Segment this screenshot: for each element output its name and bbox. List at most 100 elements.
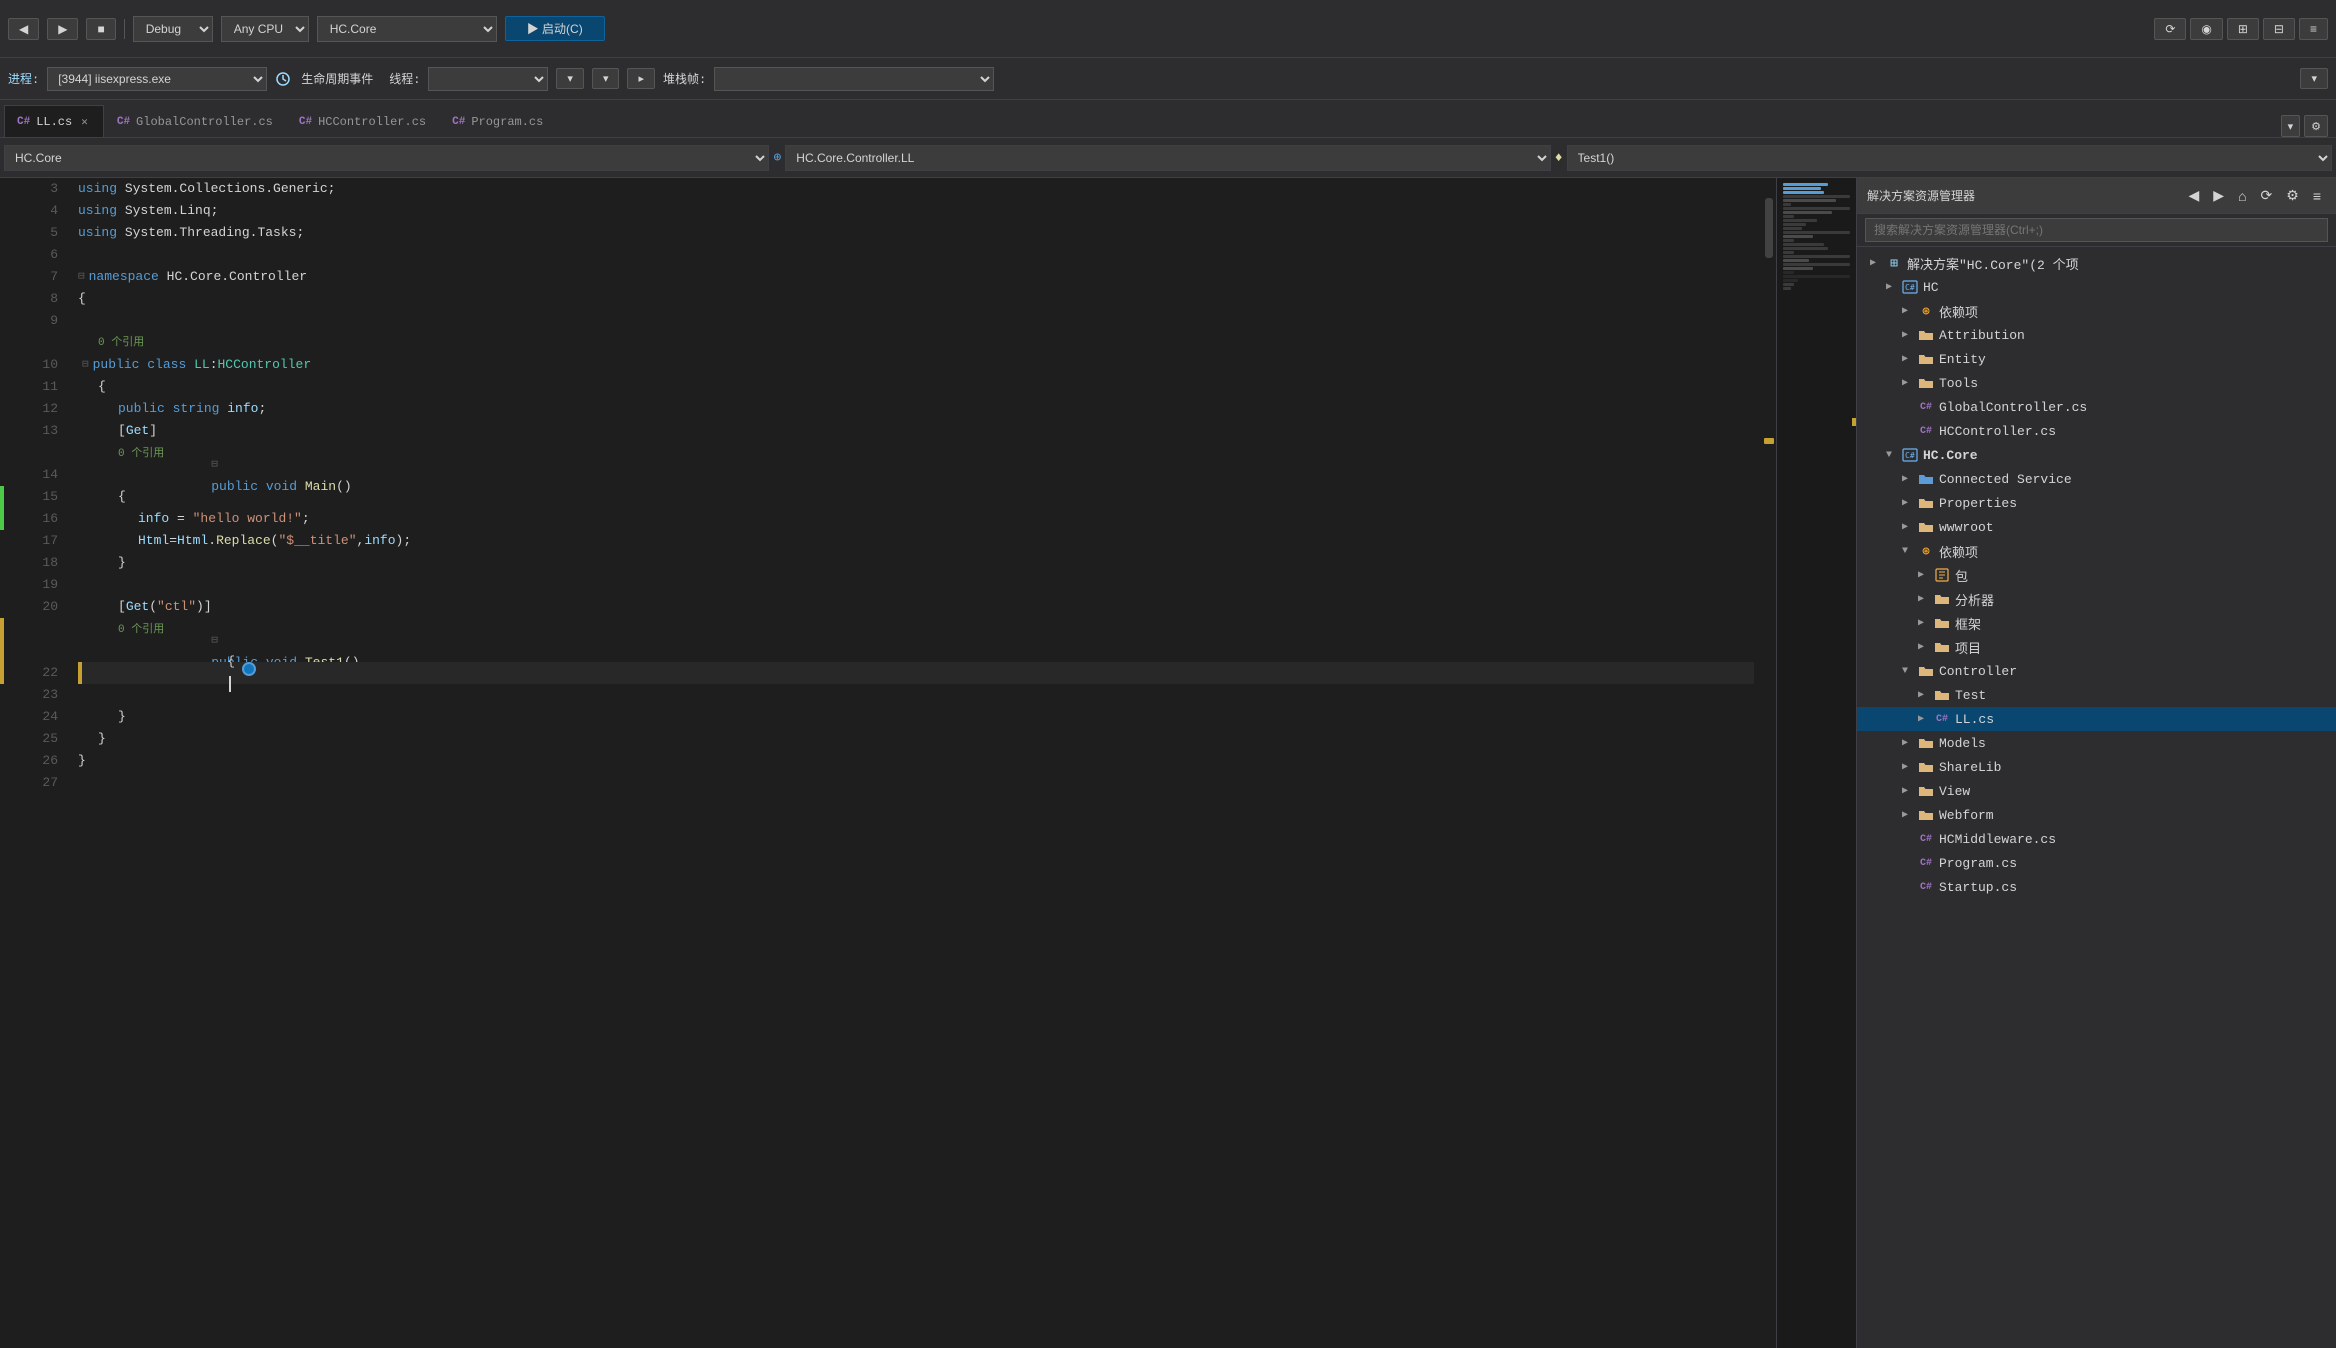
sharelib-label: ShareLib [1939,760,2001,775]
code-line-8: { [78,288,1754,310]
tree-view[interactable]: ▶ View [1857,779,2336,803]
toolbar-icon-2[interactable]: ◉ [2190,18,2222,40]
dep1-chevron: ▶ [1897,303,1913,319]
tab-global[interactable]: C# GlobalController.cs [104,105,286,137]
entity-label: Entity [1939,352,1986,367]
sidebar-settings-btn[interactable]: ⚙ [2281,184,2304,207]
solution-label: 解决方案"HC.Core"(2 个项 [1907,254,2079,273]
attribution-icon [1917,326,1935,344]
tree-startup[interactable]: ▶ C# Startup.cs [1857,875,2336,899]
tree-node-hc[interactable]: ▶ C# HC [1857,275,2336,299]
solution-chevron: ▶ [1865,255,1881,271]
tree-connected[interactable]: ▶ Connected Service [1857,467,2336,491]
debug-select[interactable]: Debug [133,16,213,42]
tab-hccontroller[interactable]: C# HCController.cs [286,105,439,137]
tree-hcctrl[interactable]: ▶ C# HCController.cs [1857,419,2336,443]
tree-sharelib[interactable]: ▶ ShareLib [1857,755,2336,779]
tab-close-ll[interactable]: ✕ [78,114,91,130]
filter-btn[interactable]: ▾ [556,68,584,89]
cpu-select[interactable]: Any CPU [221,16,309,42]
project-select[interactable]: HC.Core [317,16,497,42]
forward-button[interactable]: ▶ [47,18,78,40]
code-line-22[interactable]: { [78,662,1754,684]
tree-dep2[interactable]: ▼ ⊛ 依赖项 [1857,539,2336,563]
tree-attribution[interactable]: ▶ Attribution [1857,323,2336,347]
tree-framework[interactable]: ▶ 框架 [1857,611,2336,635]
tree-solution-root[interactable]: ▶ ⊞ 解决方案"HC.Core"(2 个项 [1857,251,2336,275]
analyze-chevron: ▶ [1913,591,1929,607]
tree-controller[interactable]: ▼ Controller [1857,659,2336,683]
lifecycle-text: 生命周期事件 [301,70,373,87]
tab-program[interactable]: C# Program.cs [439,105,556,137]
tree-props[interactable]: ▶ Properties [1857,491,2336,515]
sidebar-refresh-btn[interactable]: ⟳ [2256,184,2278,207]
sidebar-back-btn[interactable]: ◀ [2184,184,2205,207]
tree-project[interactable]: ▶ 项目 [1857,635,2336,659]
scrollbar-thumb[interactable] [1765,198,1773,258]
sharelib-chevron: ▶ [1897,759,1913,775]
tree-package[interactable]: ▶ 包 [1857,563,2336,587]
stack-label: 堆栈帧: [663,70,706,87]
tree-analyze[interactable]: ▶ 分析器 [1857,587,2336,611]
analyze-icon [1933,590,1951,608]
thread-select[interactable] [428,67,548,91]
tree-ll-cs[interactable]: ▶ C# LL.cs [1857,707,2336,731]
collapse-14[interactable]: ⊟ [211,459,218,471]
toolbar-icon-4[interactable]: ⊟ [2263,18,2295,40]
toolbar-icon-3[interactable]: ⊞ [2227,18,2259,40]
tree-dep1[interactable]: ▶ ⊛ 依赖项 [1857,299,2336,323]
tab-ll-cs[interactable]: C# LL.cs ✕ [4,105,104,137]
class-select[interactable]: HC.Core.Controller.LL [785,145,1550,171]
sidebar-search-input[interactable] [1865,218,2328,242]
namespace-select[interactable]: HC.Core [4,145,769,171]
tree-test[interactable]: ▶ Test [1857,683,2336,707]
webform-chevron: ▶ [1897,807,1913,823]
collapse-10[interactable]: ⊟ [82,354,89,376]
svg-text:C#: C# [1905,283,1915,292]
editor-body: 3 4 5 6 7 8 9 10 11 12 13 14 15 16 17 [0,178,1856,1348]
toolbar-icon-5[interactable]: ≡ [2299,18,2328,40]
stop-button[interactable]: ■ [86,18,115,40]
tree-globalctrl[interactable]: ▶ C# GlobalController.cs [1857,395,2336,419]
sidebar-home-btn[interactable]: ⌂ [2233,184,2251,207]
toolbar-icon-1[interactable]: ⟳ [2154,18,2186,40]
ll-icon: C# [1933,710,1951,728]
controller-icon [1917,662,1935,680]
tree-hcmiddleware[interactable]: ▶ C# HCMiddleware.cs [1857,827,2336,851]
tree-wwwroot[interactable]: ▶ wwwroot [1857,515,2336,539]
tree-program[interactable]: ▶ C# Program.cs [1857,851,2336,875]
hccore-icon: C# [1901,446,1919,464]
collapse-7[interactable]: ⊟ [78,266,85,288]
tab-cs-icon4: C# [452,116,465,128]
sidebar-search-bar [1857,214,2336,247]
nav-dropdown[interactable]: ▾ [2281,115,2301,137]
stack-select[interactable] [714,67,994,91]
tree-tools[interactable]: ▶ Tools [1857,371,2336,395]
tab-label4: Program.cs [471,115,543,129]
code-line-ref1: 0 个引用 [78,332,1754,354]
settings-btn[interactable]: ⚙ [2304,115,2328,137]
start-button[interactable]: ▶ 启动(C) [505,16,605,41]
filter-btn3[interactable]: ▸ [627,68,655,89]
process-select[interactable]: [3944] iisexpress.exe [47,67,267,91]
tree-webform[interactable]: ▶ Webform [1857,803,2336,827]
method-select[interactable]: Test1() [1567,145,2332,171]
dep1-icon: ⊛ [1917,302,1935,320]
solution-tree: ▶ ⊞ 解决方案"HC.Core"(2 个项 ▶ C# HC ▶ ⊛ 依赖项 [1857,247,2336,1348]
tree-hccore[interactable]: ▼ C# HC.Core [1857,443,2336,467]
startup-label: Startup.cs [1939,880,2017,895]
change-bar-green [0,486,4,530]
vertical-scrollbar[interactable] [1762,178,1776,1348]
view-label: View [1939,784,1970,799]
tree-entity[interactable]: ▶ Entity [1857,347,2336,371]
code-content[interactable]: using System.Collections.Generic; using … [70,178,1762,1348]
back-button[interactable]: ◀ [8,18,39,40]
sidebar-forward-btn[interactable]: ▶ [2208,184,2229,207]
left-gutter [0,178,18,1348]
expand-btn[interactable]: ▾ [2300,68,2328,89]
webform-icon [1917,806,1935,824]
filter-btn2[interactable]: ▾ [592,68,620,89]
sidebar-menu-btn[interactable]: ≡ [2308,184,2326,207]
code-line-12: public string info; [78,398,1754,420]
tree-models[interactable]: ▶ Models [1857,731,2336,755]
